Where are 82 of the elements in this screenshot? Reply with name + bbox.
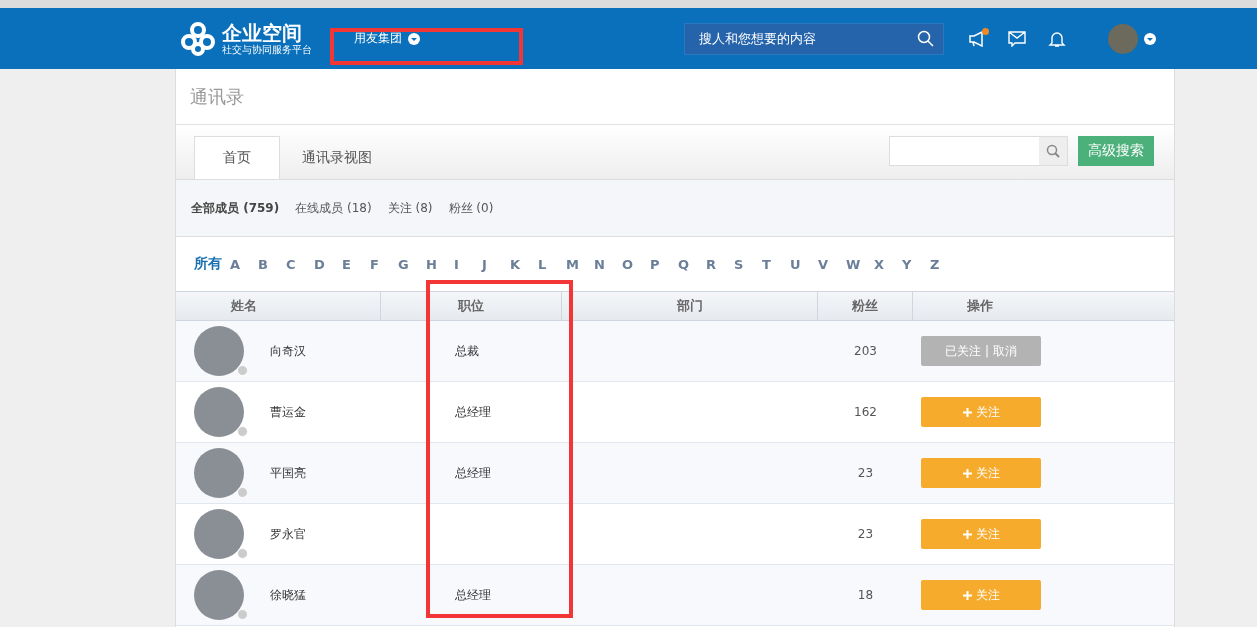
member-name[interactable]: 曹运金 — [270, 403, 306, 421]
tab[interactable]: 通讯录视图 — [294, 136, 380, 179]
letter-link[interactable]: F — [370, 256, 398, 272]
filter-link[interactable]: 关注 (8) — [387, 199, 433, 217]
letter-link[interactable]: E — [342, 256, 370, 272]
letter-link[interactable]: 所有 — [194, 255, 230, 273]
letter-link[interactable]: X — [874, 256, 902, 272]
filter-link[interactable]: 粉丝 (0) — [448, 199, 494, 217]
letter-link[interactable]: H — [426, 256, 454, 272]
plus-icon — [962, 468, 972, 478]
member-name[interactable]: 徐晓猛 — [270, 586, 306, 604]
search-icon[interactable] — [1046, 144, 1060, 158]
column-header: 部门 — [562, 291, 818, 321]
status-dot — [237, 609, 248, 620]
letter-link[interactable]: Z — [930, 256, 958, 272]
letter-link[interactable]: P — [650, 256, 678, 272]
member-name[interactable]: 平国亮 — [270, 464, 306, 482]
letter-link[interactable]: N — [594, 256, 622, 272]
tab[interactable]: 首页 — [194, 136, 280, 179]
org-switcher[interactable]: 用友集团 — [354, 30, 402, 47]
filter-link[interactable]: 在线成员 (18) — [295, 199, 372, 217]
follower-count: 23 — [857, 527, 874, 541]
position-cell: 总经理 — [455, 586, 491, 604]
column-header: 姓名 — [176, 291, 381, 321]
status-dot — [237, 487, 248, 498]
letter-link[interactable]: T — [762, 256, 790, 272]
letter-link[interactable]: Q — [678, 256, 706, 272]
member-name[interactable]: 向奇汉 — [270, 342, 306, 360]
status-dot — [237, 548, 248, 559]
mail-icon[interactable] — [1008, 30, 1026, 47]
letter-link[interactable]: A — [230, 256, 258, 272]
notification-dot — [982, 27, 989, 35]
logo-subtitle: 社交与协同服务平台 — [222, 43, 312, 56]
column-header: 职位 — [381, 291, 562, 321]
unfollow-button[interactable]: 已关注 | 取消 — [921, 336, 1041, 366]
letter-link[interactable]: Y — [902, 256, 930, 272]
bell-icon[interactable] — [1048, 29, 1066, 48]
letter-link[interactable]: U — [790, 256, 818, 272]
avatar-placeholder — [194, 509, 244, 559]
follower-count: 162 — [854, 405, 877, 419]
column-header: 粉丝 — [818, 291, 913, 321]
caret-icon[interactable] — [408, 32, 420, 45]
filter-link[interactable]: 全部成员 (759) — [191, 199, 280, 217]
search-field[interactable]: 搜人和您想要的内容 — [684, 22, 944, 55]
letter-link[interactable]: L — [538, 256, 566, 272]
member-name[interactable]: 罗永官 — [270, 525, 306, 543]
avatar-placeholder — [194, 448, 244, 498]
letter-link[interactable]: M — [566, 256, 594, 272]
caret-icon[interactable] — [1144, 32, 1156, 45]
logo-title: 企业空间 — [222, 21, 303, 44]
column-header: 操作 — [913, 291, 1174, 321]
avatar-placeholder — [194, 570, 244, 620]
advanced-search-button[interactable]: 高级搜索 — [1078, 136, 1154, 166]
plus-icon — [962, 407, 972, 417]
letter-link[interactable]: W — [846, 256, 874, 272]
search-icon[interactable] — [917, 29, 934, 47]
letter-link[interactable]: R — [706, 256, 734, 272]
avatar-placeholder — [194, 387, 244, 437]
position-cell: 总经理 — [455, 464, 491, 482]
letter-link[interactable]: B — [258, 256, 286, 272]
status-dot — [237, 365, 248, 376]
status-dot — [237, 426, 248, 437]
letter-link[interactable]: S — [734, 256, 762, 272]
follower-count: 203 — [854, 344, 877, 358]
logo-icon — [180, 20, 216, 57]
letter-link[interactable]: J — [482, 256, 510, 272]
letter-link[interactable]: C — [286, 256, 314, 272]
follower-count: 23 — [857, 466, 874, 480]
page-title: 通讯录 — [190, 84, 244, 109]
letter-link[interactable]: G — [398, 256, 426, 272]
position-cell: 总裁 — [455, 342, 479, 360]
letter-link[interactable]: D — [314, 256, 342, 272]
follower-count: 18 — [857, 588, 874, 602]
letter-link[interactable]: O — [622, 256, 650, 272]
plus-icon — [962, 529, 972, 539]
plus-icon — [962, 590, 972, 600]
letter-link[interactable]: I — [454, 256, 482, 272]
megaphone-icon[interactable] — [968, 30, 986, 47]
avatar-placeholder — [194, 326, 244, 376]
letter-link[interactable]: K — [510, 256, 538, 272]
letter-link[interactable]: V — [818, 256, 846, 272]
position-cell: 总经理 — [455, 403, 491, 421]
